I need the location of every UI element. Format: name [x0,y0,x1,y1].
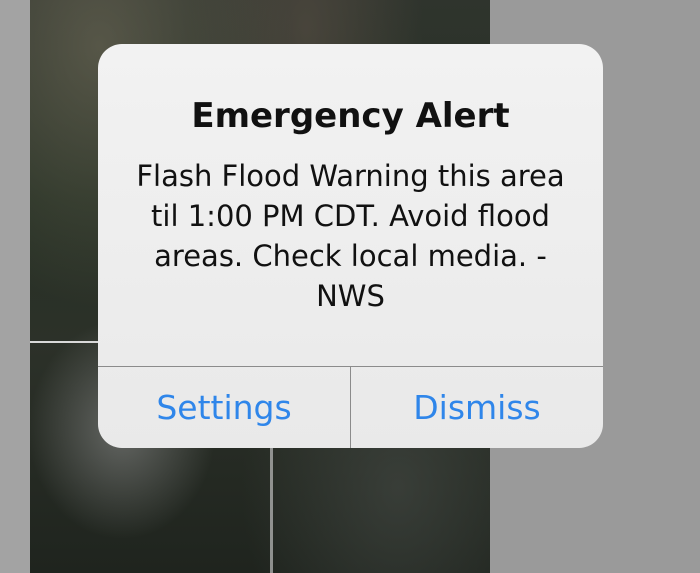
alert-title: Emergency Alert [191,96,510,136]
alert-body: Emergency Alert Flash Flood Warning this… [98,44,603,366]
background-panel-left [0,0,30,573]
screen: Emergency Alert Flash Flood Warning this… [0,0,700,573]
dismiss-button[interactable]: Dismiss [351,367,603,448]
alert-message: Flash Flood Warning this area til 1:00 P… [136,159,565,313]
settings-button[interactable]: Settings [98,367,350,448]
emergency-alert-dialog: Emergency Alert Flash Flood Warning this… [98,44,603,448]
photo-post [270,440,273,573]
photo-divider-line [30,341,105,343]
